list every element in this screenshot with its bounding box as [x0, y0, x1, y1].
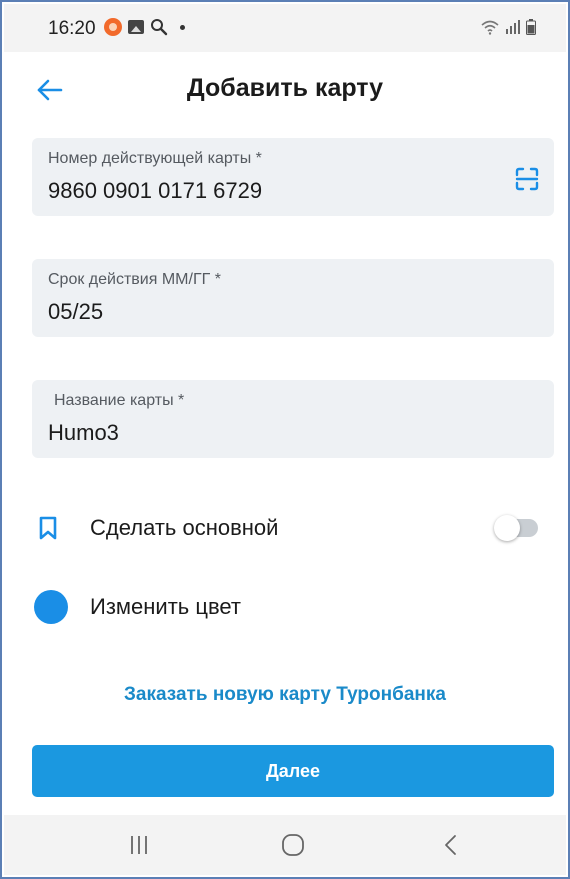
color-swatch-icon — [34, 590, 68, 624]
recent-apps-button[interactable] — [124, 831, 154, 859]
back-icon — [445, 835, 456, 855]
scan-card-button[interactable] — [514, 166, 540, 192]
order-new-card-link[interactable]: Заказать новую карту Туронбанка — [2, 684, 568, 706]
expiry-label: Срок действия ММ/ГГ * — [48, 271, 221, 288]
change-color-label: Изменить цвет — [90, 594, 241, 619]
wifi-icon — [480, 19, 500, 40]
card-name-value: Humo3 — [48, 420, 119, 445]
signal-icon — [505, 20, 521, 39]
change-color-row[interactable]: Изменить цвет — [32, 587, 538, 627]
notification-icons — [104, 18, 185, 36]
home-icon — [282, 834, 304, 856]
nav-back-button[interactable] — [436, 831, 466, 859]
expiry-value: 05/25 — [48, 299, 104, 324]
card-number-value: 9860 0901 0171 6729 — [48, 178, 263, 203]
expiry-field[interactable]: Срок действия ММ/ГГ * 05/25 — [32, 259, 554, 337]
card-name-label: Название карты * — [54, 392, 185, 409]
toggle-knob — [494, 515, 520, 541]
battery-icon — [526, 19, 536, 40]
make-primary-row[interactable]: Сделать основной — [32, 508, 538, 548]
card-number-field[interactable]: Номер действующей карты * 9860 0901 0171… — [32, 138, 554, 216]
status-time: 16:20 — [48, 18, 96, 39]
gallery-icon — [128, 20, 144, 34]
recent-apps-icon — [131, 836, 147, 854]
card-number-label: Номер действующей карты * — [48, 150, 262, 167]
make-primary-label: Сделать основной — [90, 515, 279, 540]
screen-frame: 16:20 Добавить карту Номер действующей к… — [0, 0, 570, 879]
system-nav-bar — [4, 815, 566, 875]
app-header: Добавить карту — [4, 58, 566, 122]
page-title: Добавить карту — [186, 74, 384, 102]
bookmark-icon — [38, 516, 58, 545]
dot-icon — [180, 24, 185, 30]
card-name-field[interactable]: Название карты * Humo3 — [32, 380, 554, 458]
system-status-icons — [480, 19, 536, 40]
record-icon — [104, 18, 122, 36]
home-button[interactable] — [278, 831, 308, 859]
make-primary-toggle[interactable] — [494, 515, 538, 541]
scan-icon — [515, 167, 539, 191]
status-bar: 16:20 — [4, 4, 566, 52]
search-icon — [150, 18, 168, 36]
next-button[interactable]: Далее — [32, 745, 554, 797]
